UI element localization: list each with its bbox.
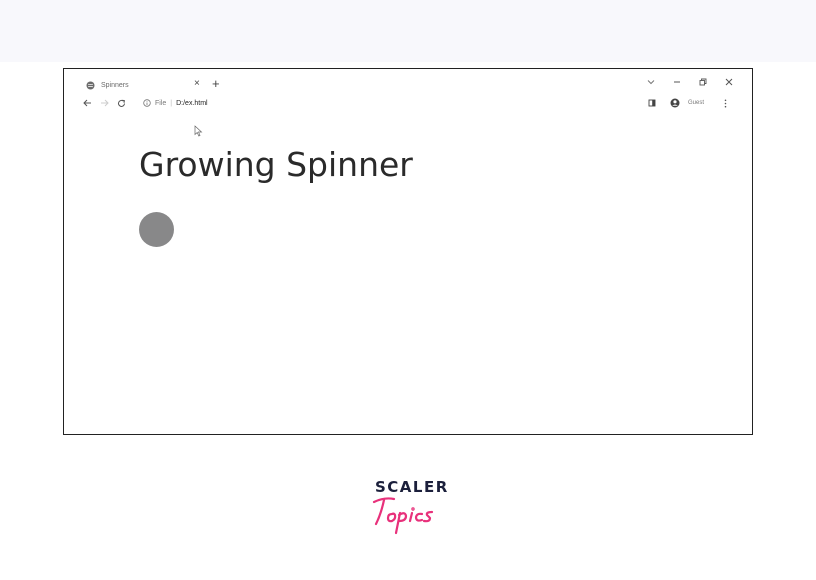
toolbar-right-group: Guest [647,95,737,111]
chevron-down-icon[interactable] [646,77,656,87]
address-bar[interactable]: File | D:/ex.html [143,99,208,107]
tab-title: Spinners [101,81,129,89]
kebab-menu-icon[interactable] [720,98,730,108]
info-icon[interactable] [143,99,151,107]
browser-toolbar: File | D:/ex.html Guest [82,95,737,111]
window-controls [646,77,734,87]
tab-close-button[interactable]: × [194,76,200,92]
growing-spinner [139,212,174,247]
new-tab-button[interactable]: + [212,76,220,92]
mouse-cursor-icon [194,124,203,137]
browser-window: Spinners × + File | D:/ex.html Guest Gro… [63,68,753,435]
forward-arrow-icon[interactable] [99,98,109,108]
side-panel-icon[interactable] [647,98,657,108]
restore-icon[interactable] [698,77,708,87]
close-icon[interactable] [724,77,734,87]
browser-tab[interactable]: Spinners [86,77,204,93]
reload-icon[interactable] [116,98,126,108]
address-separator: | [170,99,173,107]
scaler-topics-logo: SCALER [362,476,462,538]
scheme-label: File [155,99,167,107]
url-text[interactable]: D:/ex.html [176,100,208,107]
minimize-icon[interactable] [672,77,682,87]
back-arrow-icon[interactable] [82,98,92,108]
logo-script-mark [372,497,434,535]
profile-label[interactable]: Guest [688,100,704,106]
page-heading: Growing Spinner [139,145,413,184]
top-background-band [0,0,816,62]
globe-icon [86,81,95,90]
profile-icon[interactable] [670,98,680,108]
